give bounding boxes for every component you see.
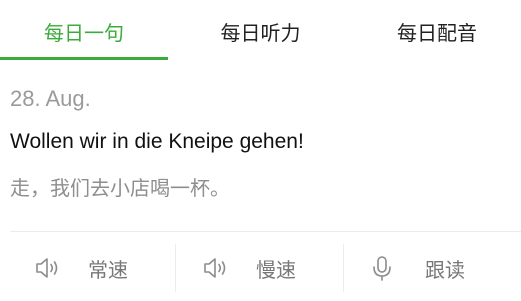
tab-daily-sentence[interactable]: 每日一句 (0, 0, 168, 62)
chinese-translation: 走，我们去小店喝一杯。 (10, 176, 230, 200)
audio-actions: 常速 慢速 跟读 (0, 240, 521, 296)
tab-daily-dubbing[interactable]: 每日配音 (353, 0, 521, 62)
slow-speed-button[interactable]: 慢速 (198, 240, 296, 296)
active-tab-indicator (0, 57, 168, 60)
normal-speed-button[interactable]: 常速 (30, 240, 128, 296)
tab-daily-listening[interactable]: 每日听力 (168, 0, 353, 62)
sentence-date: 28. Aug. (10, 86, 91, 111)
action-separator (343, 244, 344, 292)
speaker-icon (30, 251, 64, 285)
microphone-icon (365, 251, 399, 285)
read-along-button[interactable]: 跟读 (365, 240, 465, 296)
read-along-label: 跟读 (425, 257, 465, 282)
tab-label: 每日听力 (220, 20, 301, 45)
speaker-icon (198, 251, 232, 285)
slow-speed-label: 慢速 (256, 257, 296, 282)
tab-label: 每日一句 (44, 20, 124, 45)
normal-speed-label: 常速 (88, 257, 128, 282)
divider (10, 231, 521, 232)
tab-label: 每日配音 (397, 20, 477, 45)
german-sentence: Wollen wir in die Kneipe gehen! (10, 130, 304, 153)
tab-bar: 每日一句 每日听力 每日配音 (0, 0, 521, 62)
action-separator (175, 244, 176, 292)
